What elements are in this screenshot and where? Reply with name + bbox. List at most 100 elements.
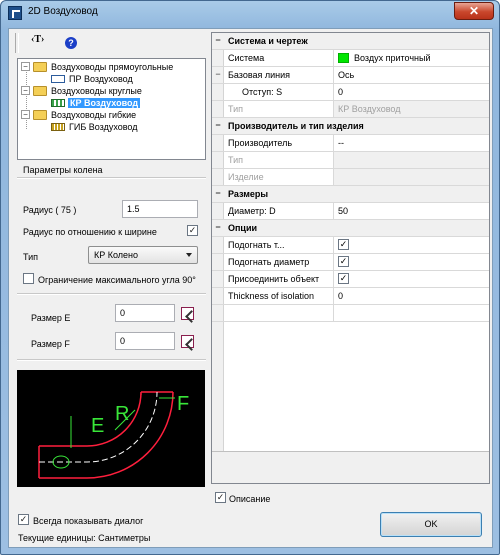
tree-folder-flexible[interactable]: Воздуховоды гибкие: [51, 109, 136, 121]
property-value[interactable]: Воздух приточный: [338, 53, 430, 63]
grid-category-row[interactable]: − Производитель и тип изделия: [212, 118, 489, 135]
property-value[interactable]: --: [338, 138, 344, 148]
window-title: 2D Воздуховод: [28, 6, 98, 17]
property-name: Thickness of isolation: [228, 291, 315, 301]
pick-size-f-icon[interactable]: [181, 335, 194, 348]
tree-folder-round[interactable]: Воздуховоды круглые: [51, 85, 142, 97]
property-value-text: Воздух приточный: [354, 53, 431, 63]
grid-property-row[interactable]: Производитель --: [212, 135, 489, 152]
grid-property-row[interactable]: Изделие: [212, 169, 489, 186]
tree-folder-rectangular[interactable]: Воздуховоды прямоугольные: [51, 61, 173, 73]
property-name: Подогнать диаметр: [228, 257, 310, 267]
radius-ratio-checkbox[interactable]: ✓: [187, 225, 198, 236]
grid-property-row[interactable]: Тип: [212, 152, 489, 169]
property-value-text: 0: [338, 291, 344, 301]
property-value-text: КР Воздуховод: [338, 104, 401, 114]
color-swatch: [338, 53, 349, 63]
description-pane: [212, 451, 489, 483]
folder-icon: [33, 110, 47, 120]
label-f: F: [177, 393, 189, 415]
property-value-text: --: [338, 138, 344, 148]
elbow-type-value: КР Колено: [94, 250, 139, 260]
size-f-input[interactable]: 0: [115, 332, 175, 350]
grid-property-row[interactable]: Thickness of isolation 0: [212, 288, 489, 305]
grid-property-row[interactable]: Система Воздух приточный: [212, 50, 489, 67]
tree-item-rectangular-duct[interactable]: ПР Воздуховод: [69, 73, 133, 85]
property-name: Базовая линия: [228, 70, 291, 80]
description-checkbox[interactable]: ✓: [215, 492, 226, 503]
divider: [17, 177, 206, 179]
expand-toggle-icon[interactable]: −: [21, 110, 30, 119]
duct-type-tree[interactable]: − Воздуховоды прямоугольные ПР Воздухово…: [17, 58, 206, 160]
grid-property-row[interactable]: Диаметр: D 50: [212, 203, 489, 220]
property-value-text: 0: [338, 87, 344, 97]
collapse-toggle-icon[interactable]: −: [214, 36, 222, 45]
grid-property-row[interactable]: Тип КР Воздуховод: [212, 101, 489, 118]
grid-property-row[interactable]: Присоединить объект ✓: [212, 271, 489, 288]
collapse-toggle-icon[interactable]: −: [214, 223, 222, 232]
grid-divider: [333, 67, 334, 84]
property-value-text: Ось: [338, 70, 355, 80]
help-icon[interactable]: ?: [65, 37, 77, 49]
property-name: Тип: [228, 155, 244, 165]
grid-property-row[interactable]: Подогнать т... ✓: [212, 237, 489, 254]
property-name: Присоединить объект: [228, 274, 320, 284]
app-icon: [8, 6, 22, 20]
always-show-checkbox[interactable]: ✓: [18, 514, 29, 525]
size-e-label: Размер E: [31, 313, 71, 323]
type-label: Тип: [23, 252, 39, 262]
expand-toggle-icon[interactable]: −: [21, 86, 30, 95]
grid-divider: [333, 305, 334, 322]
elbow-type-select[interactable]: КР Колено: [88, 246, 198, 264]
collapse-toggle-icon[interactable]: −: [214, 189, 222, 198]
check-icon: ✓: [339, 273, 348, 283]
divider: [17, 359, 206, 361]
expand-toggle-icon[interactable]: −: [21, 62, 30, 71]
grid-property-row[interactable]: Подогнать диаметр ✓: [212, 254, 489, 271]
always-show-label: Всегда показывать диалог: [33, 516, 144, 526]
flexible-duct-icon: [51, 123, 65, 131]
property-name: Отступ: S: [242, 87, 283, 97]
rectangular-duct-icon: [51, 75, 65, 83]
property-name: Размеры: [228, 189, 269, 199]
title-bar[interactable]: 2D Воздуховод ✕: [1, 1, 499, 25]
radius-input[interactable]: 1.5: [122, 200, 198, 218]
grid-property-row[interactable]: Отступ: S 0: [212, 84, 489, 101]
grid-category-row[interactable]: − Размеры: [212, 186, 489, 203]
grid-divider: [333, 101, 334, 118]
property-value[interactable]: 0: [338, 87, 343, 97]
ok-button[interactable]: OK: [380, 512, 482, 537]
selected-item-label: КР Воздуховод: [68, 98, 141, 108]
round-duct-icon: [51, 99, 65, 107]
grid-category-row[interactable]: − Система и чертеж: [212, 33, 489, 50]
grid-category-row[interactable]: − Опции: [212, 220, 489, 237]
check-icon: ✓: [339, 239, 348, 249]
property-checkbox[interactable]: ✓: [338, 239, 349, 250]
size-e-input[interactable]: 0: [115, 304, 175, 322]
property-grid[interactable]: − Система и чертеж Система Воздух приточный…: [211, 32, 490, 484]
property-name: Диаметр: D: [228, 206, 276, 216]
size-f-label: Размер F: [31, 339, 70, 349]
disabled-value-cell: [334, 152, 489, 168]
grid-property-row[interactable]: − Базовая линия Ось: [212, 67, 489, 84]
tree-item-round-duct[interactable]: КР Воздуховод: [68, 97, 141, 109]
close-button[interactable]: ✕: [454, 2, 494, 20]
collapse-toggle-icon[interactable]: −: [214, 70, 222, 79]
pick-size-e-icon[interactable]: [181, 307, 194, 320]
radius-label: Радиус ( 75 ): [23, 205, 77, 215]
limit-angle-label: Ограничение максимального угла 90°: [38, 275, 196, 285]
label-r: R: [115, 403, 129, 425]
property-value[interactable]: Ось: [338, 70, 354, 80]
property-name: Тип: [228, 104, 244, 114]
limit-angle-checkbox[interactable]: [23, 273, 34, 284]
text-style-button[interactable]: ‹T›: [31, 34, 44, 45]
label-e: E: [91, 415, 104, 437]
property-value[interactable]: 50: [338, 206, 348, 216]
collapse-toggle-icon[interactable]: −: [214, 121, 222, 130]
property-checkbox[interactable]: ✓: [338, 256, 349, 267]
check-icon: ✓: [339, 256, 348, 266]
property-value[interactable]: 0: [338, 291, 343, 301]
tree-item-flexible-duct[interactable]: ГИБ Воздуховод: [69, 121, 137, 133]
property-checkbox[interactable]: ✓: [338, 273, 349, 284]
elbow-diagram: E R F: [38, 391, 189, 479]
